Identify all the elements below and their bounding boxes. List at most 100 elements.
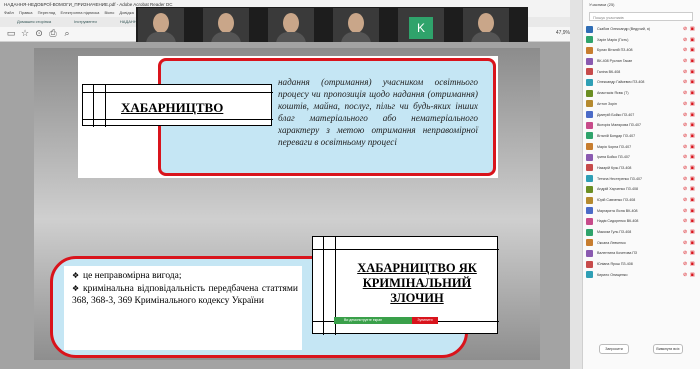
screen-share-indicator[interactable]: Ви демонструєте екран (334, 317, 412, 324)
participant-name: Тетяна Нестеренко ПЗ-407 (597, 176, 642, 181)
participant-row[interactable]: Назарій Кузь ПЗ-408 ⊘ ▣ (583, 163, 700, 174)
mic-muted-icon[interactable]: ⊘ (683, 69, 687, 76)
camera-off-icon[interactable]: ▣ (690, 229, 695, 236)
mic-muted-icon[interactable]: ⊘ (683, 133, 687, 140)
menu-item-edit[interactable]: Правка (19, 10, 33, 15)
mic-muted-icon[interactable]: ⊘ (683, 176, 687, 183)
participant-row[interactable]: Дмитрій Бойко ПЗ-407 ⊘ ▣ (583, 110, 700, 121)
zoom-level[interactable]: 47,9% (556, 30, 570, 36)
participants-search-input[interactable]: Пошук учасників (589, 12, 693, 21)
mic-muted-icon[interactable]: ⊘ (683, 79, 687, 86)
mic-muted-icon[interactable]: ⊘ (683, 261, 687, 268)
camera-off-icon[interactable]: ▣ (690, 250, 695, 257)
mic-muted-icon[interactable]: ⊘ (683, 218, 687, 225)
scroll-rail[interactable] (570, 0, 582, 369)
participant-row[interactable]: Тетяна Нестеренко ПЗ-407 ⊘ ▣ (583, 174, 700, 185)
participant-row[interactable]: Віталій Бондар ПЗ-407 ⊘ ▣ (583, 131, 700, 142)
mic-muted-icon[interactable]: ⊘ (683, 47, 687, 54)
camera-off-icon[interactable]: ▣ (690, 218, 695, 225)
camera-off-icon[interactable]: ▣ (690, 112, 695, 119)
mic-muted-icon[interactable]: ⊘ (683, 122, 687, 129)
camera-off-icon[interactable]: ▣ (690, 47, 695, 54)
print-icon[interactable]: ⎙ (48, 29, 58, 39)
mic-muted-icon[interactable]: ⊘ (683, 37, 687, 44)
mic-muted-icon[interactable]: ⊘ (683, 144, 687, 151)
menu-item-file[interactable]: Файл (4, 10, 14, 15)
participant-row[interactable]: Скабов Олександр (Ведучий, я) ⊘ ▣ (583, 24, 700, 35)
mic-muted-icon[interactable]: ⊘ (683, 112, 687, 119)
mic-muted-icon[interactable]: ⊘ (683, 186, 687, 193)
participant-row[interactable]: Булах Віталій ПЗ-408 ⊘ ▣ (583, 45, 700, 56)
menu-item-window[interactable]: Вікно (105, 10, 115, 15)
camera-off-icon[interactable]: ▣ (690, 261, 695, 268)
mute-all-button[interactable]: Вимкнути всіх (653, 344, 683, 354)
camera-off-icon[interactable]: ▣ (690, 133, 695, 140)
participant-row[interactable]: Юліана Ярош ПЗ-408 ⊘ ▣ (583, 259, 700, 270)
mic-muted-icon[interactable]: ⊘ (683, 101, 687, 108)
participant-name: Андрій Харченко ПЗ-408 (597, 187, 639, 192)
mic-muted-icon[interactable]: ⊘ (683, 58, 687, 65)
participant-row[interactable]: Оксана Левченко ⊘ ▣ (583, 238, 700, 249)
menu-item-help[interactable]: Довідка (119, 10, 133, 15)
participant-row[interactable]: ВК-408 Руслан Гасан ⊘ ▣ (583, 56, 700, 67)
participant-row[interactable]: Валентина Кочетова ПЗ ⊘ ▣ (583, 248, 700, 259)
participant-row[interactable]: Антон Зорін ⊘ ▣ (583, 99, 700, 110)
participant-row[interactable]: Харін Марія (Гість) ⊘ ▣ (583, 35, 700, 46)
participant-row[interactable]: Анастасія Ясюк (Т) ⊘ ▣ (583, 88, 700, 99)
avatar (586, 239, 593, 247)
stop-share-button[interactable]: Зупинити (412, 317, 438, 324)
camera-off-icon[interactable]: ▣ (690, 144, 695, 151)
mic-muted-icon[interactable]: ⊘ (683, 229, 687, 236)
mic-muted-icon[interactable]: ⊘ (683, 26, 687, 33)
mic-muted-icon[interactable]: ⊘ (683, 208, 687, 215)
camera-off-icon[interactable]: ▣ (690, 176, 695, 183)
box-rule (83, 119, 273, 120)
save-icon[interactable]: ▭ (6, 29, 16, 39)
camera-off-icon[interactable]: ▣ (690, 69, 695, 76)
bookmark-star-icon[interactable]: ☆ (20, 29, 30, 39)
tab-tools[interactable]: Інструменти (69, 19, 102, 24)
mic-muted-icon[interactable]: ⊘ (683, 197, 687, 204)
tab-home[interactable]: Домашня сторінка (12, 19, 56, 24)
camera-off-icon[interactable]: ▣ (690, 197, 695, 204)
invite-button[interactable]: Запросити (599, 344, 629, 354)
participant-name: Оксана Левченко (597, 240, 626, 245)
camera-off-icon[interactable]: ▣ (690, 37, 695, 44)
camera-off-icon[interactable]: ▣ (690, 272, 695, 279)
participant-row[interactable]: Галіна ВК-408 ⊘ ▣ (583, 67, 700, 78)
participant-row[interactable]: Юрій Савченко ПЗ-408 ⊘ ▣ (583, 195, 700, 206)
participant-row[interactable]: Маргарита Лісна ВК-408 ⊘ ▣ (583, 206, 700, 217)
search-icon[interactable]: ⌕ (62, 29, 72, 39)
upload-icon[interactable]: ⊙ (34, 29, 44, 39)
menu-item-view[interactable]: Перегляд (38, 10, 56, 15)
document-viewport[interactable]: ХАБАРНИЦТВО надання (отримання) учаснико… (4, 42, 570, 364)
participant-row[interactable]: Вікторія Малярова ПЗ-407 ⊘ ▣ (583, 120, 700, 131)
camera-off-icon[interactable]: ▣ (690, 240, 695, 247)
camera-off-icon[interactable]: ▣ (690, 79, 695, 86)
mic-muted-icon[interactable]: ⊘ (683, 165, 687, 172)
camera-off-icon[interactable]: ▣ (690, 208, 695, 215)
participant-row[interactable]: Марія Чорна ПЗ-407 ⊘ ▣ (583, 142, 700, 153)
participant-row[interactable]: Кирило Онищенко ⊘ ▣ (583, 270, 700, 281)
mic-muted-icon[interactable]: ⊘ (683, 272, 687, 279)
mic-muted-icon[interactable]: ⊘ (683, 240, 687, 247)
camera-off-icon[interactable]: ▣ (690, 58, 695, 65)
camera-off-icon[interactable]: ▣ (690, 26, 695, 33)
mic-muted-icon[interactable]: ⊘ (683, 90, 687, 97)
mic-muted-icon[interactable]: ⊘ (683, 154, 687, 161)
participant-row[interactable]: Олександр Гайкевич ПЗ-408 ⊘ ▣ (583, 77, 700, 88)
avatar (586, 249, 593, 257)
camera-off-icon[interactable]: ▣ (690, 165, 695, 172)
camera-off-icon[interactable]: ▣ (690, 101, 695, 108)
participant-row[interactable]: Ірина Бойко ПЗ-407 ⊘ ▣ (583, 152, 700, 163)
camera-off-icon[interactable]: ▣ (690, 154, 695, 161)
camera-off-icon[interactable]: ▣ (690, 122, 695, 129)
participant-row[interactable]: Максим Гуль ПЗ-408 ⊘ ▣ (583, 227, 700, 238)
menu-item-sign[interactable]: Електронна підписка (61, 10, 100, 15)
participant-row[interactable]: Андрій Харченко ПЗ-408 ⊘ ▣ (583, 184, 700, 195)
participants-footer: Запросити Вимкнути всіх (583, 344, 700, 354)
camera-off-icon[interactable]: ▣ (690, 90, 695, 97)
participant-row[interactable]: Надія Сидоренко ВК-408 ⊘ ▣ (583, 216, 700, 227)
mic-muted-icon[interactable]: ⊘ (683, 250, 687, 257)
camera-off-icon[interactable]: ▣ (690, 186, 695, 193)
